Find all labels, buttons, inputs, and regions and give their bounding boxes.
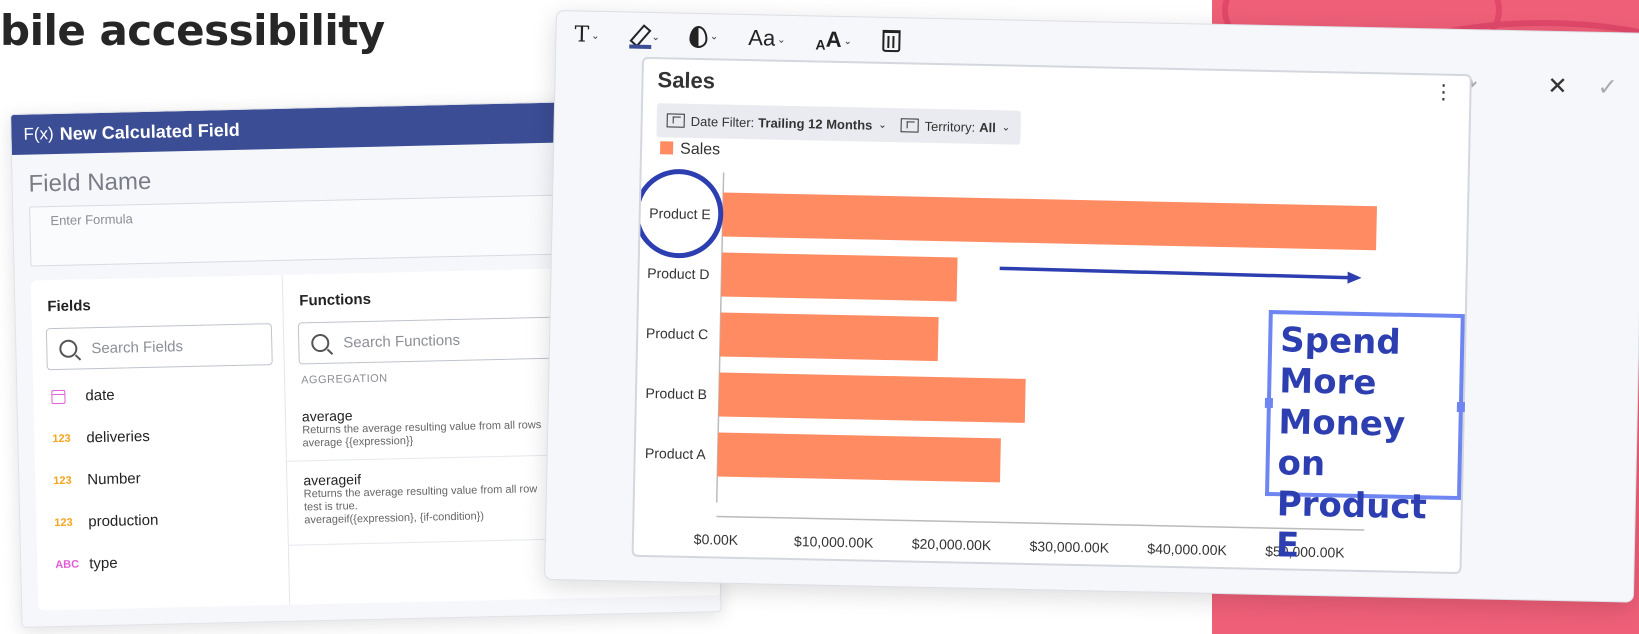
annotation-line: More bbox=[1278, 361, 1377, 404]
x-axis-line bbox=[716, 515, 1365, 531]
resize-handle-left[interactable] bbox=[1264, 397, 1274, 409]
search-icon bbox=[311, 333, 330, 353]
number-icon: 123 bbox=[53, 474, 72, 487]
category-label: Product E bbox=[649, 205, 711, 222]
fields-panel: Fields Search Fields date 123 deliveries… bbox=[30, 274, 291, 611]
annotation-toolbar: T ⌄ ⌄ ⌄ Aa ⌄ A A ⌄ bbox=[574, 21, 901, 54]
field-name-input[interactable]: Field Name bbox=[28, 168, 151, 199]
pen-icon bbox=[629, 23, 650, 49]
more-options-icon[interactable]: ⋮ bbox=[1433, 81, 1453, 103]
chevron-down-icon: ⌄ bbox=[777, 34, 786, 46]
font-tool-button[interactable]: Aa ⌄ bbox=[748, 25, 786, 52]
search-fields-input[interactable]: Search Fields bbox=[45, 323, 273, 371]
text-icon: ABC bbox=[55, 558, 80, 571]
field-item-type[interactable]: ABC type bbox=[55, 555, 118, 573]
chevron-down-icon: ⌄ bbox=[1001, 121, 1011, 134]
functions-title: Functions bbox=[299, 290, 372, 310]
annotation-text-box[interactable]: Spend More Money on Product E bbox=[1264, 309, 1465, 566]
resize-handle-right[interactable] bbox=[1456, 401, 1465, 413]
text-icon: T bbox=[574, 21, 590, 48]
chart-title: Sales bbox=[657, 67, 716, 94]
aggregation-heading: AGGREGATION bbox=[300, 372, 388, 387]
x-tick-label: $40,000.00K bbox=[1147, 541, 1227, 559]
date-filter-value: Trailing 12 Months bbox=[758, 114, 873, 133]
chevron-down-icon: ⌄ bbox=[709, 31, 719, 43]
formula-placeholder: Enter Formula bbox=[50, 211, 133, 229]
highlight-tool-button[interactable]: ⌄ bbox=[629, 23, 660, 50]
window-title: New Calculated Field bbox=[59, 119, 240, 144]
arrow-line bbox=[999, 266, 1352, 280]
x-tick-label: $30,000.00K bbox=[1029, 538, 1109, 556]
filter-icon bbox=[900, 118, 919, 133]
chevron-down-icon: ⌄ bbox=[651, 32, 661, 44]
territory-filter-label: Territory: bbox=[924, 118, 976, 135]
search-fields-placeholder: Search Fields bbox=[91, 337, 184, 357]
chevron-down-icon: ⌄ bbox=[591, 30, 600, 42]
annotation-line: Money on bbox=[1277, 402, 1406, 485]
color-tool-button[interactable]: ⌄ bbox=[689, 25, 719, 49]
font-icon: Aa bbox=[748, 25, 776, 51]
bar bbox=[722, 192, 1377, 251]
delete-button[interactable] bbox=[881, 29, 901, 53]
category-label: Product C bbox=[646, 325, 709, 342]
territory-filter-value: All bbox=[979, 119, 996, 135]
category-label: Product B bbox=[645, 385, 707, 402]
territory-filter-button[interactable]: Territory: All ⌄ bbox=[890, 108, 1021, 145]
chevron-down-icon: ⌄ bbox=[843, 36, 853, 48]
sales-chart-card: Sales ⋮ Date Filter: Trailing 12 Months … bbox=[631, 56, 1472, 575]
bar bbox=[717, 432, 1001, 483]
font-size-large-icon: A bbox=[825, 26, 842, 52]
fields-title: Fields bbox=[47, 297, 91, 316]
field-label: Number bbox=[87, 470, 141, 489]
chevron-down-icon: ⌄ bbox=[878, 119, 887, 131]
date-filter-button[interactable]: Date Filter: Trailing 12 Months ⌄ bbox=[656, 103, 898, 143]
calendar-icon bbox=[51, 389, 66, 404]
search-icon bbox=[59, 339, 78, 358]
x-tick-label: $20,000.00K bbox=[912, 536, 992, 554]
bar bbox=[718, 372, 1026, 423]
filter-icon bbox=[666, 113, 685, 128]
legend-swatch bbox=[660, 141, 674, 155]
legend-label: Sales bbox=[680, 141, 720, 159]
field-label: deliveries bbox=[86, 427, 150, 447]
chart-editor-window: T⌄ ⌄ ⌄ Aa⌄ AA⌄ ↶ ↷ ✕ ✓ Sales ⋮ Date Filt… bbox=[544, 10, 1639, 603]
text-tool-button[interactable]: T ⌄ bbox=[574, 22, 600, 48]
trash-icon bbox=[881, 29, 901, 53]
field-item-production[interactable]: 123 production bbox=[54, 512, 158, 531]
x-tick-label: $10,000.00K bbox=[794, 533, 874, 551]
date-filter-label: Date Filter: bbox=[690, 113, 755, 130]
color-drop-icon bbox=[689, 25, 709, 49]
field-label: date bbox=[85, 386, 115, 405]
search-functions-placeholder: Search Functions bbox=[343, 331, 461, 351]
font-size-tool-button[interactable]: A A ⌄ bbox=[815, 26, 852, 53]
number-icon: 123 bbox=[52, 432, 71, 445]
arrow-head bbox=[1347, 271, 1362, 284]
field-item-number[interactable]: 123 Number bbox=[53, 470, 141, 489]
number-icon: 123 bbox=[54, 516, 73, 529]
field-label: production bbox=[88, 511, 159, 531]
confirm-icon[interactable]: ✓ bbox=[1597, 73, 1618, 102]
field-item-date[interactable]: date bbox=[51, 387, 115, 405]
field-item-deliveries[interactable]: 123 deliveries bbox=[52, 428, 150, 447]
x-tick-label: $0.00K bbox=[694, 531, 739, 548]
page-headline: bile accessibility bbox=[0, 6, 385, 55]
fx-icon: F(x) bbox=[23, 124, 54, 144]
bar bbox=[719, 312, 939, 362]
bar bbox=[721, 252, 958, 302]
font-size-small-icon: A bbox=[815, 36, 826, 53]
close-icon[interactable]: ✕ bbox=[1547, 72, 1568, 101]
category-label: Product D bbox=[647, 265, 710, 282]
annotation-line: Spend bbox=[1279, 320, 1402, 363]
category-label: Product A bbox=[645, 445, 707, 462]
field-label: type bbox=[89, 554, 118, 573]
